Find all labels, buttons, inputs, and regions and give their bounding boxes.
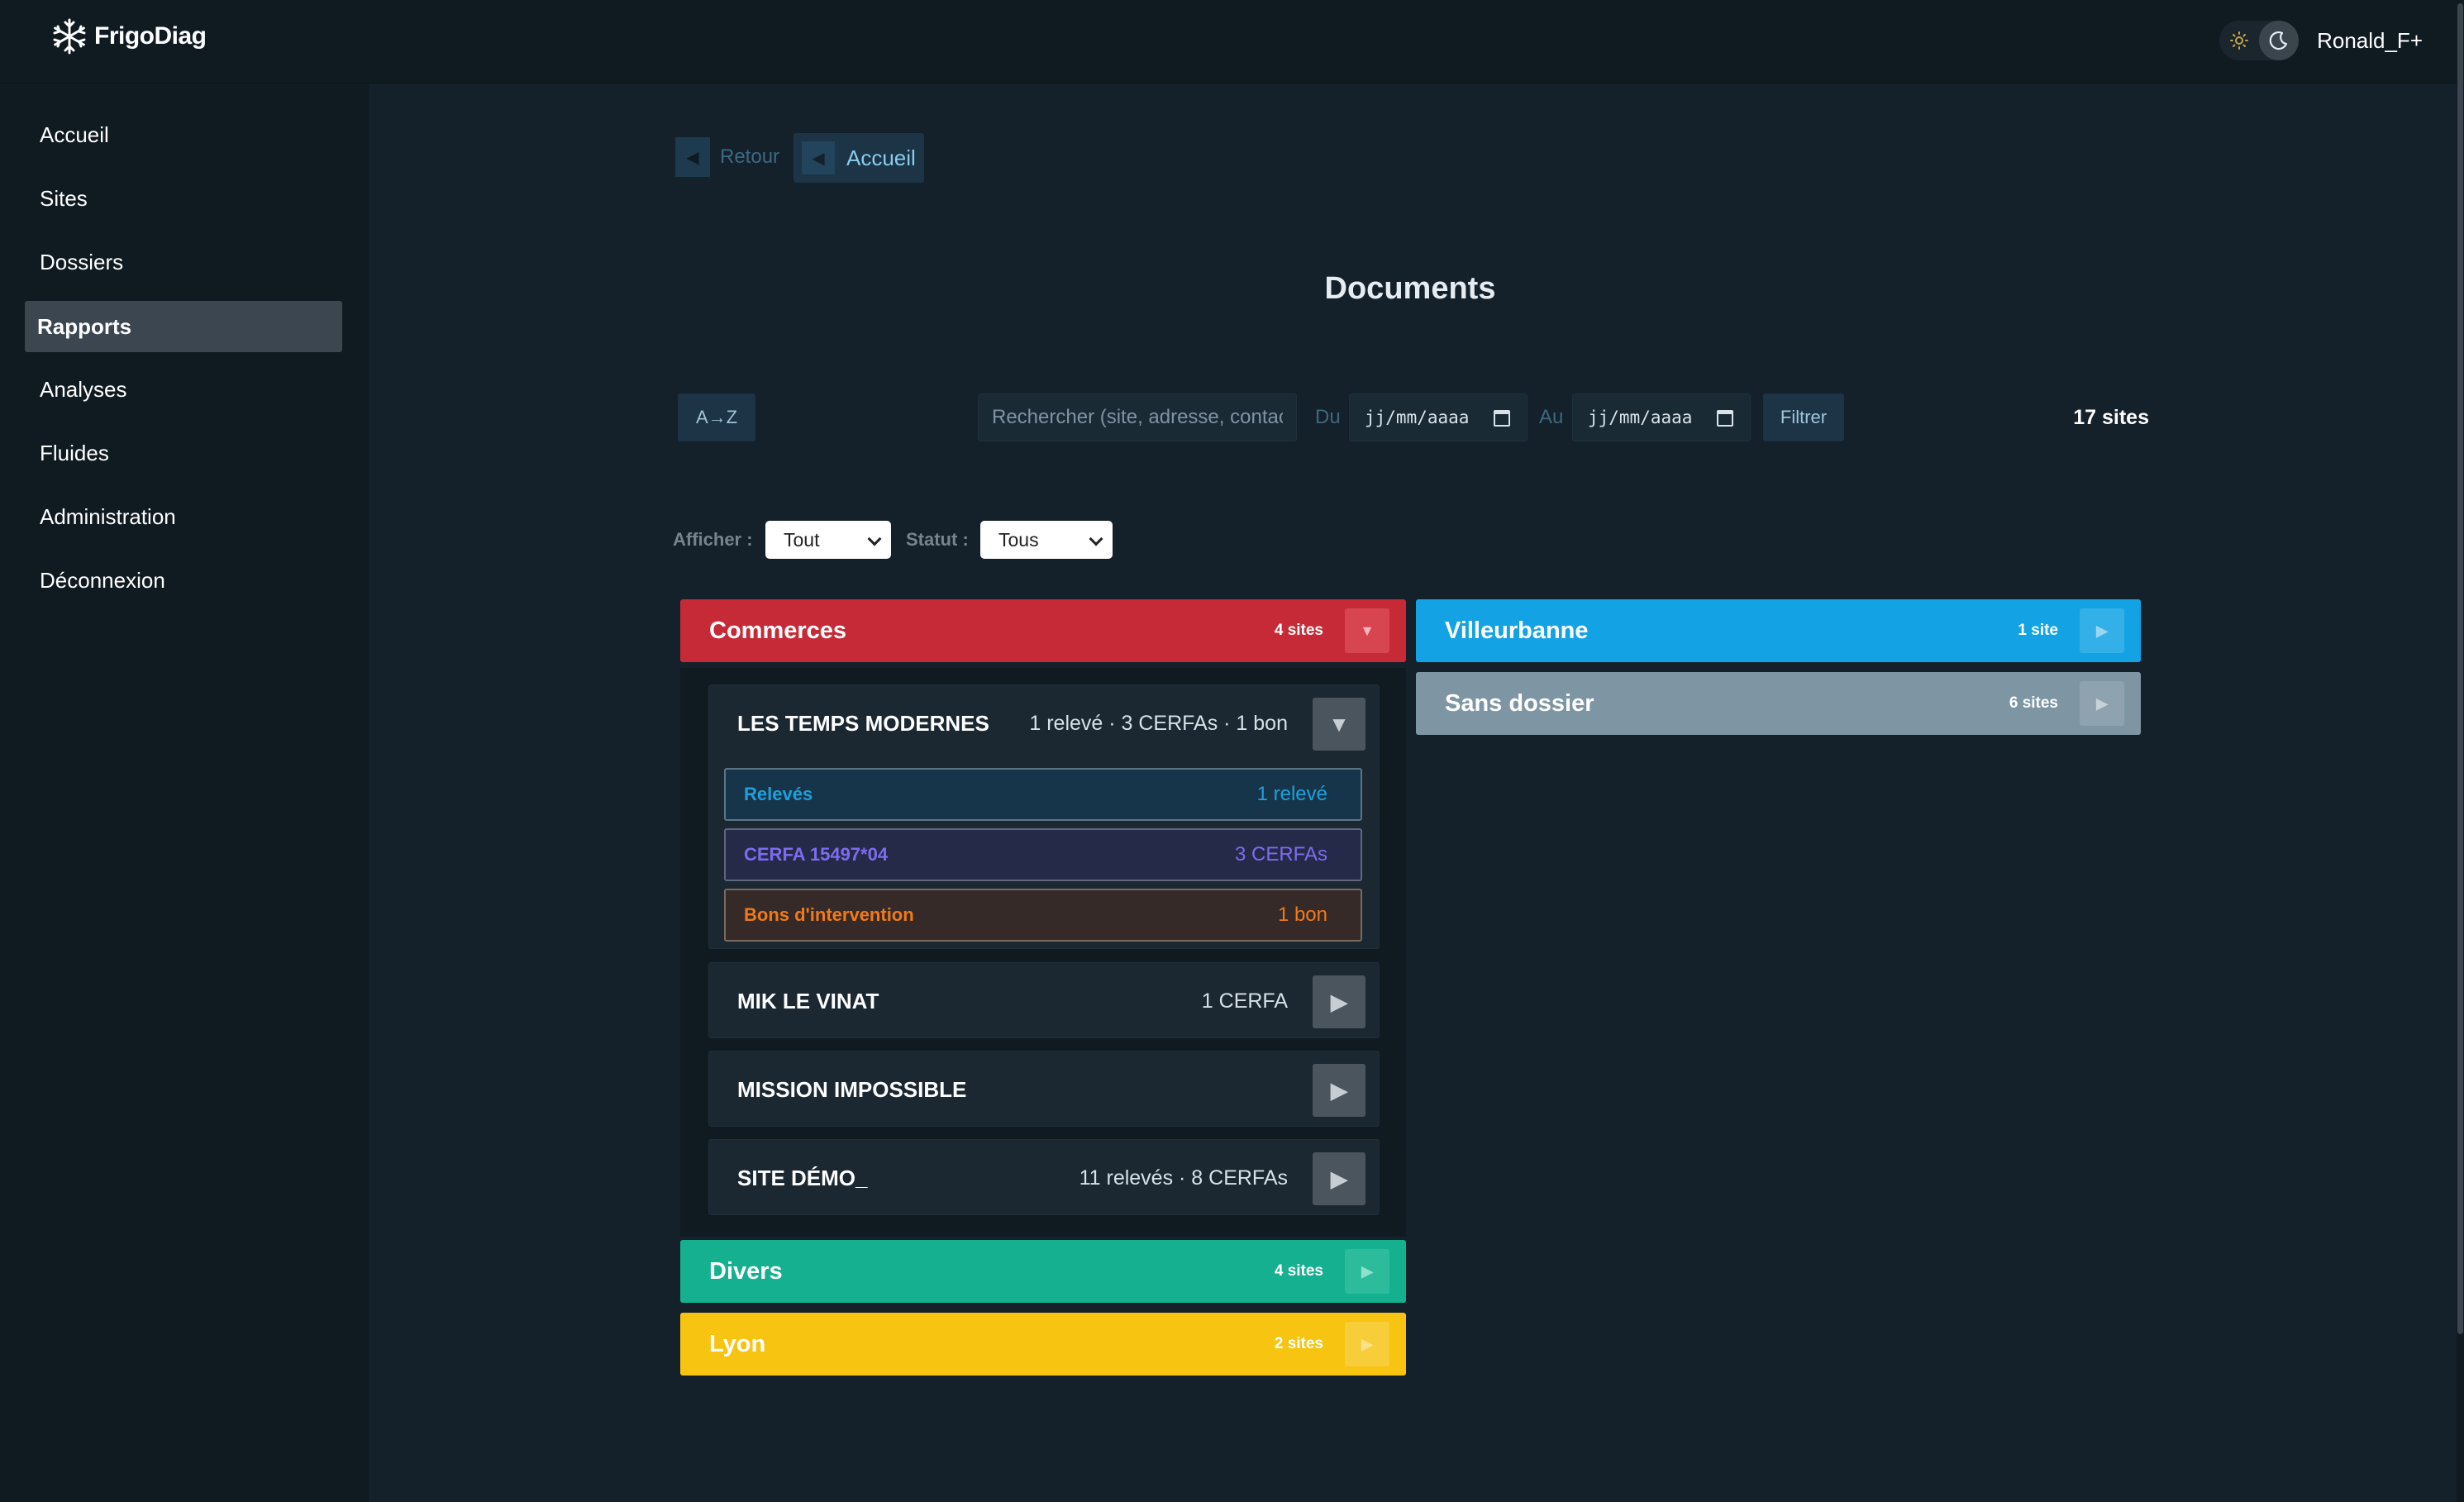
- site-name: MISSION IMPOSSIBLE: [737, 1076, 967, 1102]
- site-header[interactable]: LES TEMPS MODERNES 1 relevé · 3 CERFAs ·…: [709, 685, 1380, 761]
- expand-toggle-icon[interactable]: ▶: [1313, 1064, 1365, 1117]
- doc-label: Relevés: [744, 784, 813, 804]
- status-filter-label: Statut :: [906, 529, 969, 550]
- scrollbar[interactable]: [2457, 0, 2464, 1502]
- doc-count: 1 bon: [1277, 904, 1327, 926]
- page-title: Documents: [1324, 271, 1496, 306]
- group-header-lyon[interactable]: Lyon 2 sites ▶: [680, 1313, 1406, 1376]
- sidebar-item-deconnexion[interactable]: Déconnexion: [25, 555, 342, 606]
- doc-count: 3 CERFAs: [1234, 843, 1327, 865]
- doc-row-bons-intervention[interactable]: Bons d'intervention 1 bon: [724, 889, 1362, 942]
- group-site-count: 1 site: [2018, 622, 2058, 639]
- date-to-label: Au: [1539, 406, 1564, 428]
- calendar-icon[interactable]: [1494, 410, 1510, 427]
- status-select-value: Tous: [998, 528, 1039, 551]
- app-logo[interactable]: FrigoDiag: [50, 17, 207, 56]
- sidebar-item-fluides[interactable]: Fluides: [25, 427, 342, 479]
- expand-toggle-icon[interactable]: ▶: [1313, 975, 1365, 1028]
- sidebar: [0, 83, 369, 1502]
- user-area: Ronald_F+: [2219, 20, 2423, 61]
- sidebar-item-accueil[interactable]: Accueil: [25, 109, 342, 160]
- doc-row-releves[interactable]: Relevés 1 relevé: [724, 768, 1362, 821]
- site-header[interactable]: MISSION IMPOSSIBLE ▶: [709, 1051, 1380, 1128]
- doc-label: CERFA 15497*04: [744, 844, 889, 865]
- chevron-down-icon: [867, 532, 882, 546]
- group-name: Villeurbanne: [1445, 617, 1589, 644]
- group-header-divers[interactable]: Divers 4 sites ▶: [680, 1240, 1406, 1303]
- display-filter-label: Afficher :: [673, 529, 753, 550]
- username[interactable]: Ronald_F+: [2317, 28, 2423, 54]
- site-count: 17 sites: [2073, 405, 2149, 429]
- site-header[interactable]: MIK LE VINAT 1 CERFA ▶: [709, 963, 1380, 1039]
- back-arrow-icon: ◀: [675, 137, 710, 177]
- breadcrumb-home-label: Accueil: [846, 145, 916, 170]
- chevron-down-icon: [1089, 532, 1103, 546]
- expand-toggle-icon[interactable]: ▶: [1345, 1322, 1389, 1366]
- sort-button[interactable]: A→Z: [678, 393, 755, 441]
- search-input[interactable]: [978, 393, 1297, 441]
- sidebar-item-dossiers[interactable]: Dossiers: [25, 236, 342, 288]
- site-card-les-temps-modernes: LES TEMPS MODERNES 1 relevé · 3 CERFAs ·…: [708, 684, 1380, 949]
- date-to-input[interactable]: jj/mm/aaaa: [1572, 393, 1751, 441]
- sun-icon[interactable]: [2226, 27, 2252, 54]
- site-summary: 11 relevés · 8 CERFAs: [1079, 1166, 1288, 1190]
- site-name: LES TEMPS MODERNES: [737, 710, 989, 736]
- moon-icon[interactable]: [2259, 21, 2300, 60]
- site-name: MIK LE VINAT: [737, 988, 879, 1013]
- site-name: SITE DÉMO_: [737, 1165, 868, 1190]
- group-site-count: 4 sites: [1274, 622, 1323, 639]
- top-bar: FrigoDiag Ronald_F+: [0, 0, 2464, 83]
- calendar-icon[interactable]: [1717, 410, 1733, 427]
- home-arrow-icon: ◀: [802, 141, 835, 174]
- sidebar-item-administration[interactable]: Administration: [25, 491, 342, 542]
- back-label: Retour: [720, 145, 780, 168]
- group-site-count: 2 sites: [1274, 1335, 1323, 1352]
- site-card-mik-le-vinat[interactable]: MIK LE VINAT 1 CERFA ▶: [708, 962, 1380, 1038]
- app-name: FrigoDiag: [94, 22, 207, 50]
- back-link[interactable]: ◀ Retour: [675, 137, 779, 177]
- breadcrumb-home[interactable]: ◀ Accueil: [794, 133, 924, 183]
- group-header-villeurbanne[interactable]: Villeurbanne 1 site ▶: [1416, 599, 2141, 662]
- date-from-label: Du: [1315, 406, 1341, 428]
- group-name: Lyon: [709, 1330, 766, 1357]
- collapse-toggle-icon[interactable]: ▼: [1345, 608, 1389, 653]
- display-select-value: Tout: [784, 528, 820, 551]
- scrollbar-thumb[interactable]: [2457, 3, 2463, 1334]
- site-card-mission-impossible[interactable]: MISSION IMPOSSIBLE ▶: [708, 1051, 1380, 1127]
- display-select[interactable]: Tout: [765, 521, 891, 559]
- date-from-input[interactable]: jj/mm/aaaa: [1349, 393, 1527, 441]
- site-summary: 1 CERFA: [1201, 989, 1288, 1013]
- expand-toggle-icon[interactable]: ▶: [1345, 1249, 1389, 1294]
- group-site-count: 4 sites: [1274, 1262, 1323, 1280]
- group-header-commerces[interactable]: Commerces 4 sites ▼: [680, 599, 1406, 662]
- site-header[interactable]: SITE DÉMO_ 11 relevés · 8 CERFAs ▶: [709, 1140, 1380, 1216]
- sidebar-item-analyses[interactable]: Analyses: [25, 364, 342, 415]
- site-summary: 1 relevé · 3 CERFAs · 1 bon: [1029, 711, 1288, 735]
- group-name: Divers: [709, 1257, 783, 1285]
- expand-toggle-icon[interactable]: ▶: [1313, 1152, 1365, 1205]
- status-select[interactable]: Tous: [980, 521, 1113, 559]
- sidebar-item-sites[interactable]: Sites: [25, 173, 342, 224]
- collapse-toggle-icon[interactable]: ▼: [1313, 698, 1365, 751]
- group-site-count: 6 sites: [2009, 694, 2058, 712]
- doc-row-cerfa[interactable]: CERFA 15497*04 3 CERFAs: [724, 828, 1362, 881]
- date-to-value: jj/mm/aaaa: [1588, 408, 1693, 427]
- doc-count: 1 relevé: [1256, 783, 1327, 805]
- sidebar-item-rapports[interactable]: Rapports: [25, 301, 342, 352]
- filter-button[interactable]: Filtrer: [1763, 393, 1844, 441]
- expand-toggle-icon[interactable]: ▶: [2080, 681, 2124, 726]
- doc-label: Bons d'intervention: [744, 904, 914, 925]
- site-card-site-demo[interactable]: SITE DÉMO_ 11 relevés · 8 CERFAs ▶: [708, 1139, 1380, 1215]
- group-name: Commerces: [709, 617, 847, 644]
- theme-toggle[interactable]: [2219, 21, 2300, 60]
- snowflake-icon: [53, 18, 86, 55]
- date-from-value: jj/mm/aaaa: [1365, 408, 1470, 427]
- group-header-sans-dossier[interactable]: Sans dossier 6 sites ▶: [1416, 672, 2141, 735]
- expand-toggle-icon[interactable]: ▶: [2080, 608, 2124, 653]
- group-name: Sans dossier: [1445, 689, 1594, 717]
